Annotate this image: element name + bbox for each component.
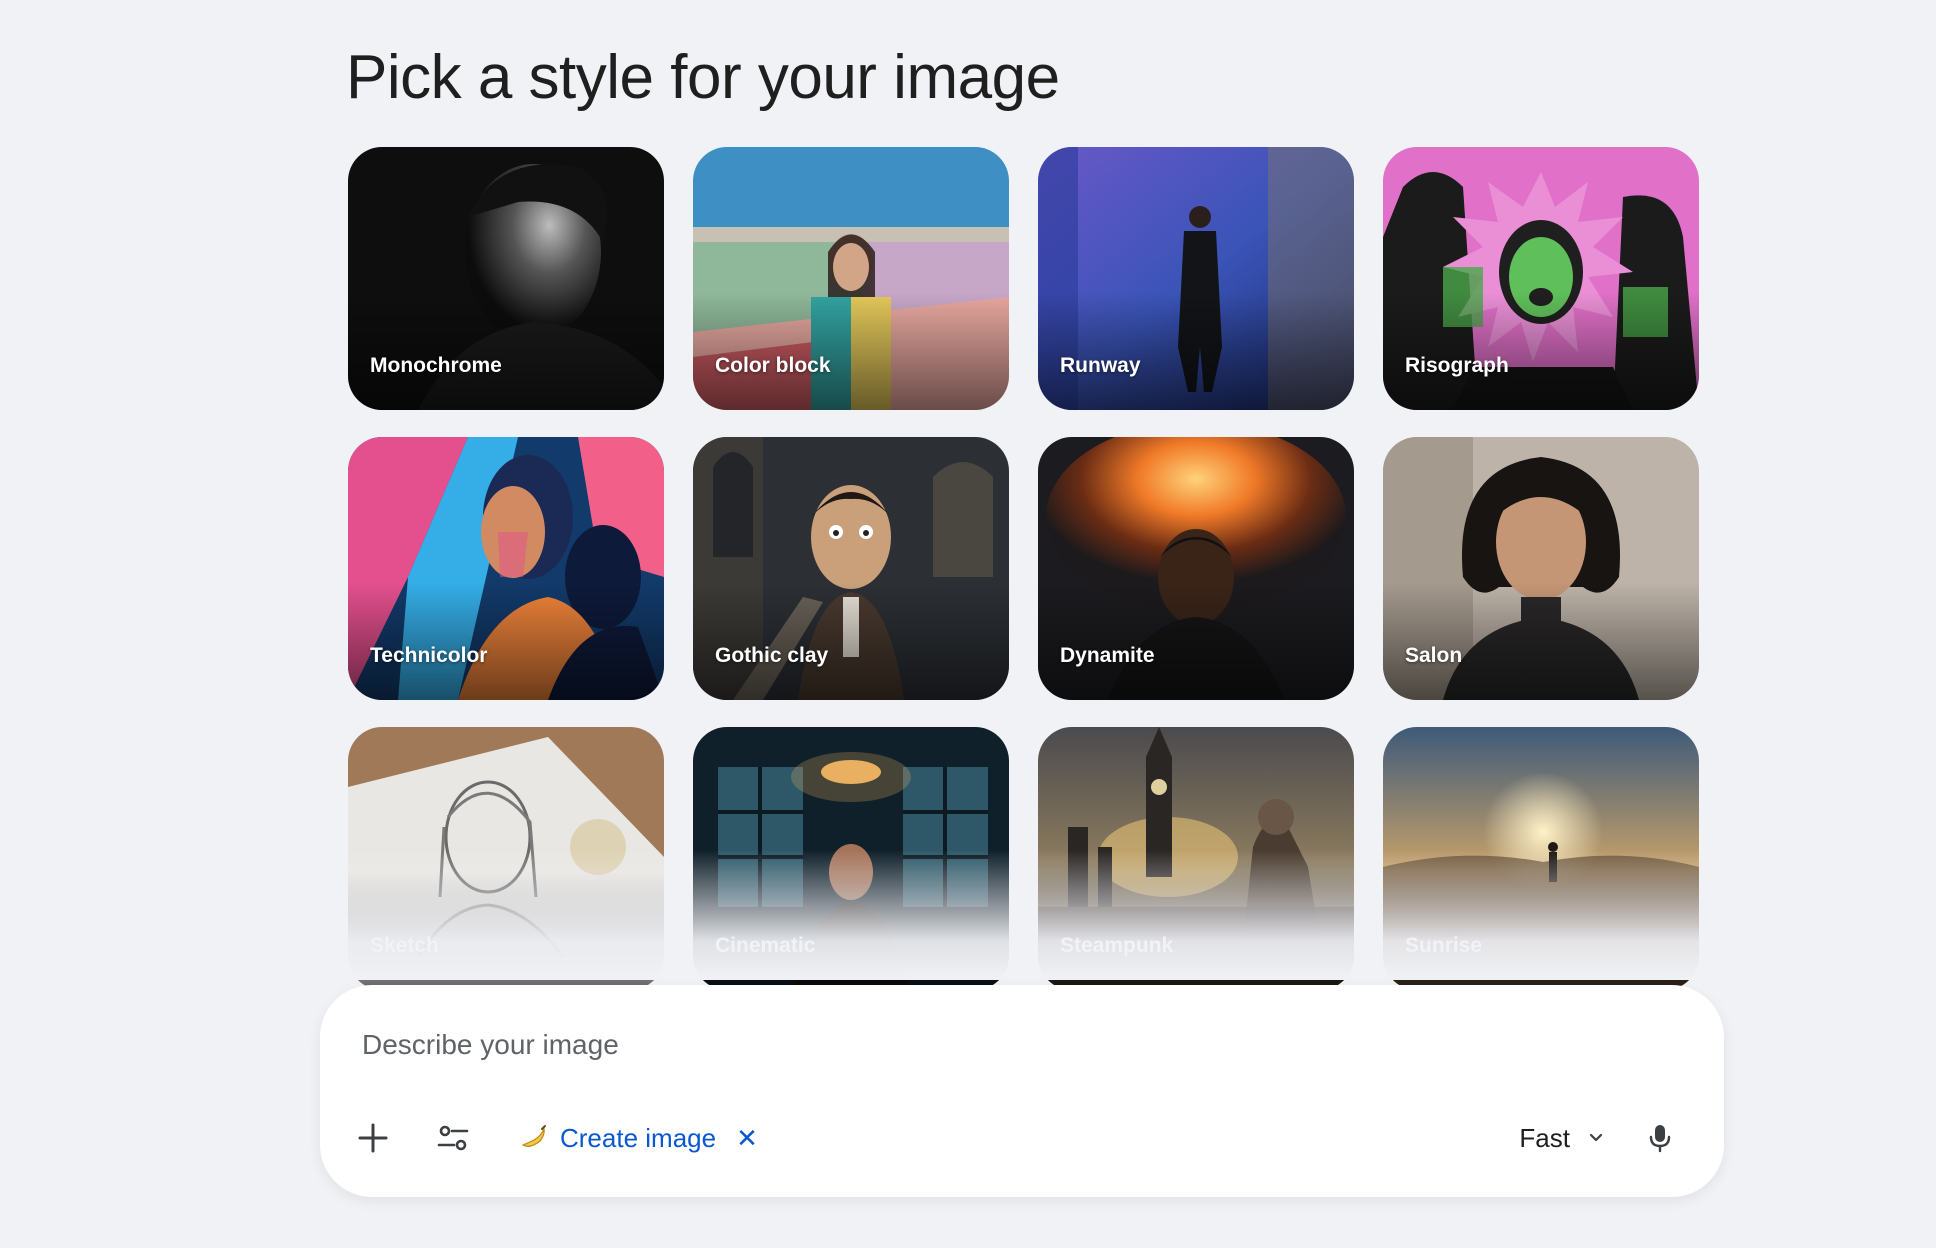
style-label: Gothic clay <box>715 644 829 667</box>
banana-icon <box>521 1125 546 1147</box>
create-image-chip[interactable]: Create image ✕ <box>510 1110 766 1166</box>
style-label: Monochrome <box>370 354 502 377</box>
tune-icon <box>437 1125 469 1151</box>
plus-icon <box>358 1123 388 1153</box>
style-label: Sunrise <box>1405 934 1483 957</box>
style-label: Risograph <box>1405 354 1509 377</box>
style-picker-page: Pick a style for your image Monochrome C… <box>0 0 1936 1248</box>
style-card-risograph[interactable]: Risograph <box>1383 147 1699 410</box>
tools-button[interactable] <box>425 1110 481 1166</box>
style-card-salon[interactable]: Salon <box>1383 437 1699 700</box>
voice-input-button[interactable] <box>1632 1110 1688 1166</box>
style-card-sunrise[interactable]: Sunrise <box>1383 727 1699 990</box>
style-label: Steampunk <box>1060 934 1174 957</box>
model-selector-value: Fast <box>1519 1122 1570 1153</box>
style-card-monochrome[interactable]: Monochrome <box>348 147 664 410</box>
prompt-input[interactable] <box>362 1015 1562 1075</box>
create-image-label: Create image <box>560 1122 717 1153</box>
style-card-technicolor[interactable]: Technicolor <box>348 437 664 700</box>
style-card-sketch[interactable]: Sketch <box>348 727 664 990</box>
style-card-color-block[interactable]: Color block <box>693 147 1009 410</box>
style-card-steampunk[interactable]: Steampunk <box>1038 727 1354 990</box>
add-button[interactable] <box>345 1110 401 1166</box>
style-card-runway[interactable]: Runway <box>1038 147 1354 410</box>
style-card-cinematic[interactable]: Cinematic <box>693 727 1009 990</box>
close-icon[interactable]: ✕ <box>736 1123 758 1154</box>
style-label: Sketch <box>370 934 439 957</box>
prompt-composer: Create image ✕ Fast <box>320 985 1724 1197</box>
style-label: Dynamite <box>1060 644 1155 667</box>
style-card-gothic-clay[interactable]: Gothic clay <box>693 437 1009 700</box>
style-card-dynamite[interactable]: Dynamite <box>1038 437 1354 700</box>
style-label: Runway <box>1060 354 1141 377</box>
style-label: Salon <box>1405 644 1463 667</box>
style-label: Cinematic <box>715 934 816 957</box>
model-selector[interactable]: Fast <box>1519 1110 1606 1166</box>
mic-icon <box>1649 1125 1671 1153</box>
style-label: Technicolor <box>370 644 488 667</box>
style-grid: Monochrome Color block Runway Risograph … <box>348 147 1699 990</box>
chevron-down-icon <box>1589 1133 1603 1142</box>
style-label: Color block <box>715 354 831 377</box>
page-title: Pick a style for your image <box>346 43 1060 112</box>
